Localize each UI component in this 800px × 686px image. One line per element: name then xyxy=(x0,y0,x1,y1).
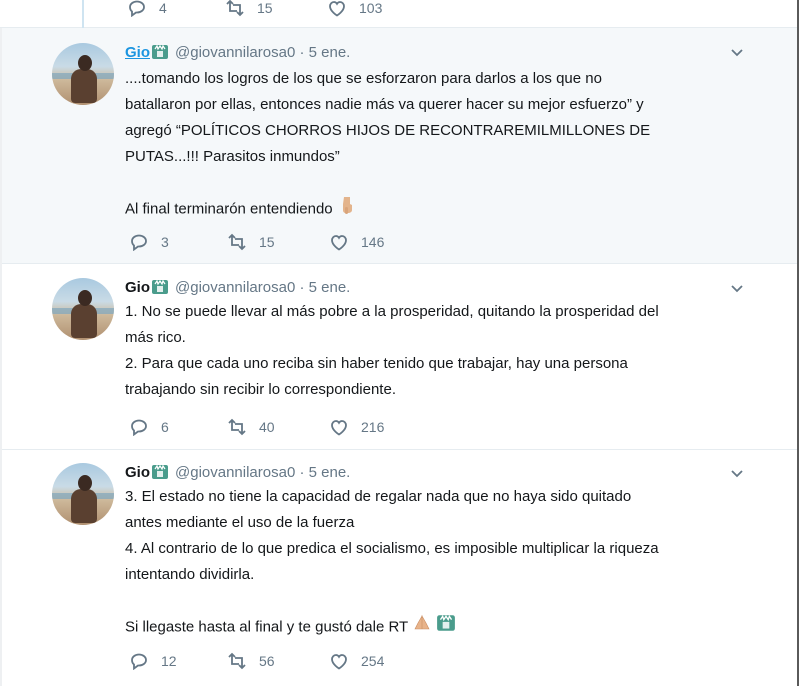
right-border xyxy=(797,0,799,686)
tweet-line: agregó “POLÍTICOS CHORROS HIJOS DE RECON… xyxy=(125,122,651,139)
tweet-line: Si llegaste hasta al final y te gustó da… xyxy=(125,618,408,636)
tweet-header: Gio @giovannilarosa0 · 5 ene. xyxy=(125,462,350,482)
reply-button[interactable]: 12 xyxy=(129,650,177,672)
statue-of-liberty-emoji xyxy=(151,44,169,60)
handle-and-date[interactable]: @giovannilarosa0 · 5 ene. xyxy=(175,464,350,481)
retweet-count: 15 xyxy=(259,234,275,250)
retweet-icon xyxy=(228,418,246,436)
reply-icon xyxy=(131,419,147,436)
caret-down-icon[interactable] xyxy=(730,467,744,481)
retweet-icon xyxy=(226,0,244,17)
tweet-line: 2. Para que cada uno reciba sin haber te… xyxy=(125,355,628,372)
reply-button[interactable]: 3 xyxy=(129,231,169,253)
pointing-down-emoji xyxy=(337,195,357,224)
like-button[interactable]: 254 xyxy=(329,650,384,672)
retweet-count: 40 xyxy=(259,419,275,435)
tweet[interactable]: Gio @giovannilarosa0 · 5 ene. ....tomand… xyxy=(2,28,797,264)
tweet-line: antes mediante el uso de la fuerza xyxy=(125,514,355,531)
tweet-line: ....tomando los logros de los que se esf… xyxy=(125,70,602,87)
tweet[interactable]: Gio @giovannilarosa0 · 5 ene. 1. No se p… xyxy=(2,264,797,450)
reply-icon xyxy=(131,653,147,670)
tweet-text: 3. El estado no tiene la capacidad de re… xyxy=(125,484,750,642)
tweet-line: Al final terminarón entendiendo xyxy=(125,200,333,218)
tweet-line: batallaron por ellas, entonces nadie más… xyxy=(125,96,644,113)
tweet-line: PUTAS...!!! Parasitos inmundos” xyxy=(125,148,340,165)
statue-of-liberty-emoji xyxy=(151,464,169,480)
retweet-button[interactable]: 40 xyxy=(227,416,275,438)
like-button[interactable]: 216 xyxy=(329,416,384,438)
tweet-line: 4. Al contrario de lo que predica el soc… xyxy=(125,540,659,557)
display-name[interactable]: Gio xyxy=(125,44,150,61)
display-name[interactable]: Gio xyxy=(125,279,150,296)
like-count: 254 xyxy=(361,653,385,669)
like-icon xyxy=(331,420,347,436)
tweet-line: 1. No se puede llevar al más pobre a la … xyxy=(125,303,659,320)
tweet-header: Gio @giovannilarosa0 · 5 ene. xyxy=(125,277,350,297)
like-count: 103 xyxy=(359,0,383,16)
reply-count: 4 xyxy=(159,0,167,16)
tweet-text: ....tomando los logros de los que se esf… xyxy=(125,66,750,224)
retweet-button[interactable]: 56 xyxy=(227,650,275,672)
previous-tweet-actions: 4 15 103 xyxy=(0,0,797,40)
tweet-line: trabajando sin recibir lo correspondient… xyxy=(125,381,396,398)
reply-count: 6 xyxy=(161,419,169,435)
reply-button[interactable]: 6 xyxy=(129,416,169,438)
like-count: 216 xyxy=(361,419,385,435)
handle-and-date[interactable]: @giovannilarosa0 · 5 ene. xyxy=(175,44,350,61)
reply-icon xyxy=(129,0,145,17)
retweet-count: 56 xyxy=(259,653,275,669)
praying-hands-emoji xyxy=(412,613,432,642)
reply-count: 3 xyxy=(161,234,169,250)
statue-of-liberty-emoji xyxy=(436,614,456,641)
avatar[interactable] xyxy=(52,463,114,525)
tweet[interactable]: Gio @giovannilarosa0 · 5 ene. 3. El esta… xyxy=(2,450,797,686)
retweet-count: 15 xyxy=(257,0,273,16)
caret-down-icon[interactable] xyxy=(730,46,744,60)
like-button[interactable]: 103 xyxy=(327,0,382,19)
retweet-button[interactable]: 15 xyxy=(227,231,275,253)
tweet-text: 1. No se puede llevar al más pobre a la … xyxy=(125,299,750,403)
like-icon xyxy=(331,654,347,670)
caret-down-icon[interactable] xyxy=(730,282,744,296)
tweet-header: Gio @giovannilarosa0 · 5 ene. xyxy=(125,42,350,62)
avatar[interactable] xyxy=(52,43,114,105)
display-name[interactable]: Gio xyxy=(125,464,150,481)
reply-button[interactable]: 4 xyxy=(127,0,167,19)
reply-icon xyxy=(131,234,147,251)
tweet-line: intentando dividirla. xyxy=(125,566,255,583)
retweet-icon xyxy=(228,233,246,251)
tweet-line: 3. El estado no tiene la capacidad de re… xyxy=(125,488,632,505)
like-icon xyxy=(331,235,347,251)
like-count: 146 xyxy=(361,234,385,250)
tweet-line: más rico. xyxy=(125,329,186,346)
avatar[interactable] xyxy=(52,278,114,340)
like-icon xyxy=(329,1,345,17)
retweet-button[interactable]: 15 xyxy=(225,0,273,19)
like-button[interactable]: 146 xyxy=(329,231,384,253)
reply-count: 12 xyxy=(161,653,177,669)
retweet-icon xyxy=(228,652,246,670)
statue-of-liberty-emoji xyxy=(151,279,169,295)
handle-and-date[interactable]: @giovannilarosa0 · 5 ene. xyxy=(175,279,350,296)
